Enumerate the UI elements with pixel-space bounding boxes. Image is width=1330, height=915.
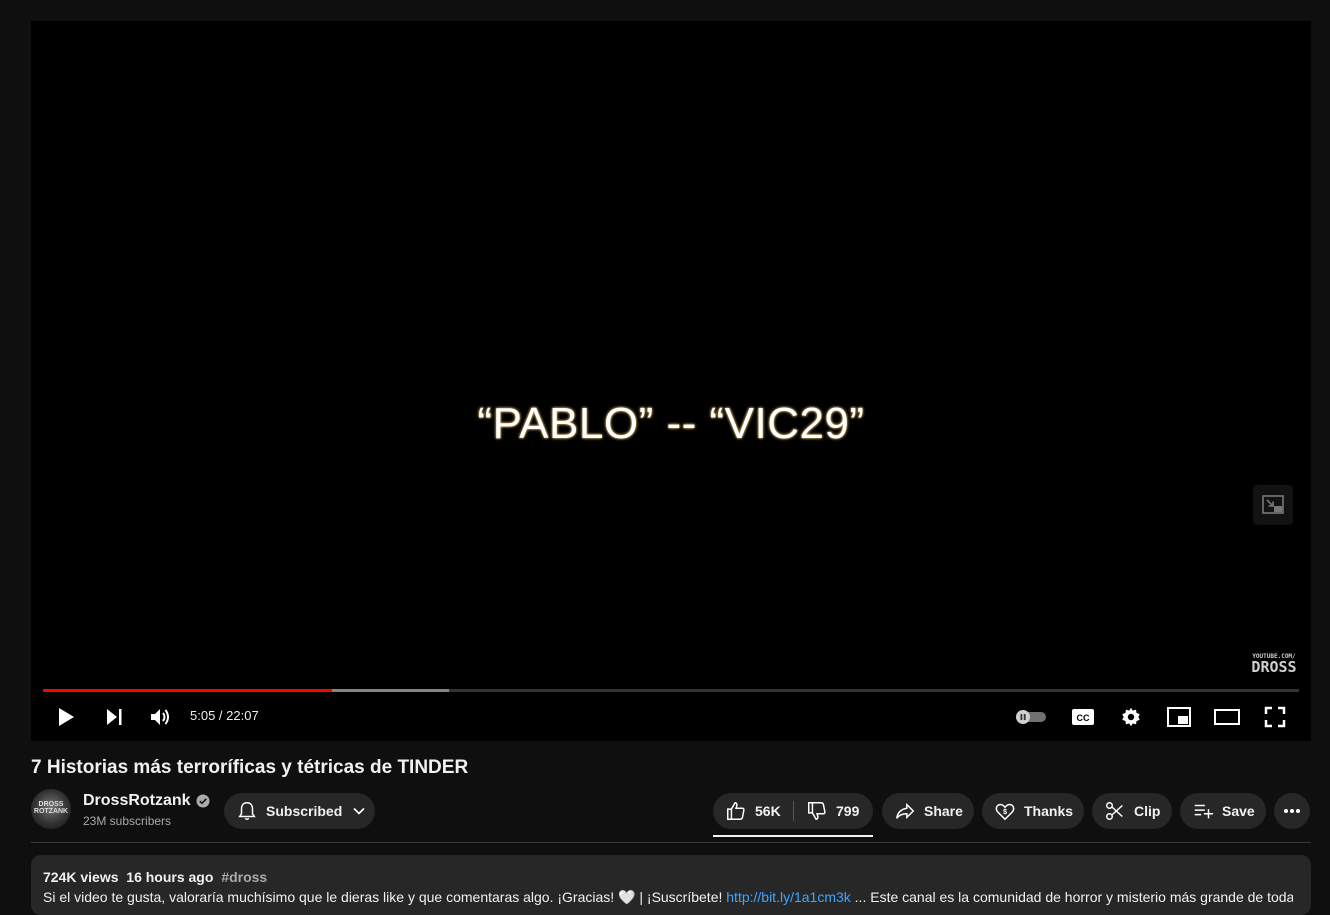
- volume-icon: [151, 709, 169, 725]
- chevron-down-icon: [353, 807, 365, 815]
- add-to-playlist-icon: [1194, 804, 1214, 819]
- miniplayer-icon: [1167, 707, 1191, 727]
- video-title: 7 Historias más terroríficas y tétricas …: [31, 757, 469, 778]
- verified-icon: [196, 794, 210, 808]
- autoplay-toggle-icon: [1016, 710, 1046, 724]
- subscribe-button[interactable]: Subscribed: [224, 793, 375, 829]
- next-icon: [107, 709, 122, 725]
- captions-button[interactable]: CC: [1066, 699, 1100, 735]
- super-thanks-icon: $: [995, 803, 1015, 821]
- progress-bar[interactable]: [43, 689, 1299, 692]
- subscribe-link[interactable]: http://bit.ly/1a1cm3k: [726, 889, 851, 905]
- expand-miniplayer-icon[interactable]: [1253, 485, 1293, 525]
- miniplayer-button[interactable]: [1162, 699, 1196, 735]
- share-icon: [896, 802, 915, 820]
- more-horizontal-icon: [1284, 809, 1300, 813]
- settings-button[interactable]: [1114, 699, 1148, 735]
- like-underline: [713, 835, 873, 837]
- bell-icon: [238, 802, 256, 820]
- clip-button[interactable]: Clip: [1092, 793, 1172, 829]
- channel-row: DROSS ROTZANK DrossRotzank 23M subscribe…: [31, 789, 1311, 837]
- svg-text:CC: CC: [1077, 713, 1090, 723]
- scissors-icon: [1106, 802, 1123, 820]
- channel-name[interactable]: DrossRotzank: [83, 792, 210, 810]
- description-meta: 724K views 16 hours ago #dross: [43, 869, 268, 885]
- cc-icon: CC: [1072, 709, 1094, 725]
- save-button[interactable]: Save: [1180, 793, 1266, 829]
- play-button[interactable]: [51, 699, 81, 735]
- thumbs-up-icon: [727, 802, 745, 820]
- thanks-button[interactable]: $ Thanks: [982, 793, 1084, 829]
- more-actions-button[interactable]: [1274, 793, 1310, 829]
- channel-watermark[interactable]: YOUTUBE.COM/ DROSS: [1249, 653, 1299, 681]
- fullscreen-button[interactable]: [1258, 699, 1292, 735]
- like-button[interactable]: 56K: [713, 793, 793, 829]
- hashtag-link[interactable]: #dross: [221, 869, 267, 885]
- theater-icon: [1214, 709, 1240, 725]
- like-dislike-group: 56K 799: [713, 793, 873, 829]
- play-icon: [59, 708, 74, 726]
- video-frame-caption: “PABLO” -- “VIC29”: [477, 399, 865, 448]
- gear-icon: [1122, 707, 1140, 727]
- progress-played: [43, 689, 332, 692]
- divider: [31, 842, 1311, 843]
- subscriber-count: 23M subscribers: [83, 814, 172, 828]
- svg-text:$: $: [1003, 807, 1007, 816]
- description-text: Si el video te gusta, valoraría muchísim…: [43, 889, 1293, 905]
- time-display: 5:05 / 22:07: [190, 708, 259, 723]
- theater-mode-button[interactable]: [1210, 699, 1244, 735]
- description-box[interactable]: 724K views 16 hours ago #dross Si el vid…: [31, 855, 1311, 915]
- autoplay-toggle[interactable]: [1011, 699, 1051, 735]
- video-player[interactable]: “PABLO” -- “VIC29” YOUTUBE.COM/ DROSS 5:…: [31, 21, 1311, 741]
- share-button[interactable]: Share: [882, 793, 974, 829]
- mute-button[interactable]: [145, 699, 175, 735]
- player-controls: 5:05 / 22:07 CC: [31, 699, 1311, 735]
- channel-avatar[interactable]: DROSS ROTZANK: [31, 789, 71, 829]
- fullscreen-icon: [1264, 706, 1286, 728]
- next-button[interactable]: [99, 699, 129, 735]
- dislike-button[interactable]: 799: [794, 793, 873, 829]
- thumbs-down-icon: [808, 802, 826, 820]
